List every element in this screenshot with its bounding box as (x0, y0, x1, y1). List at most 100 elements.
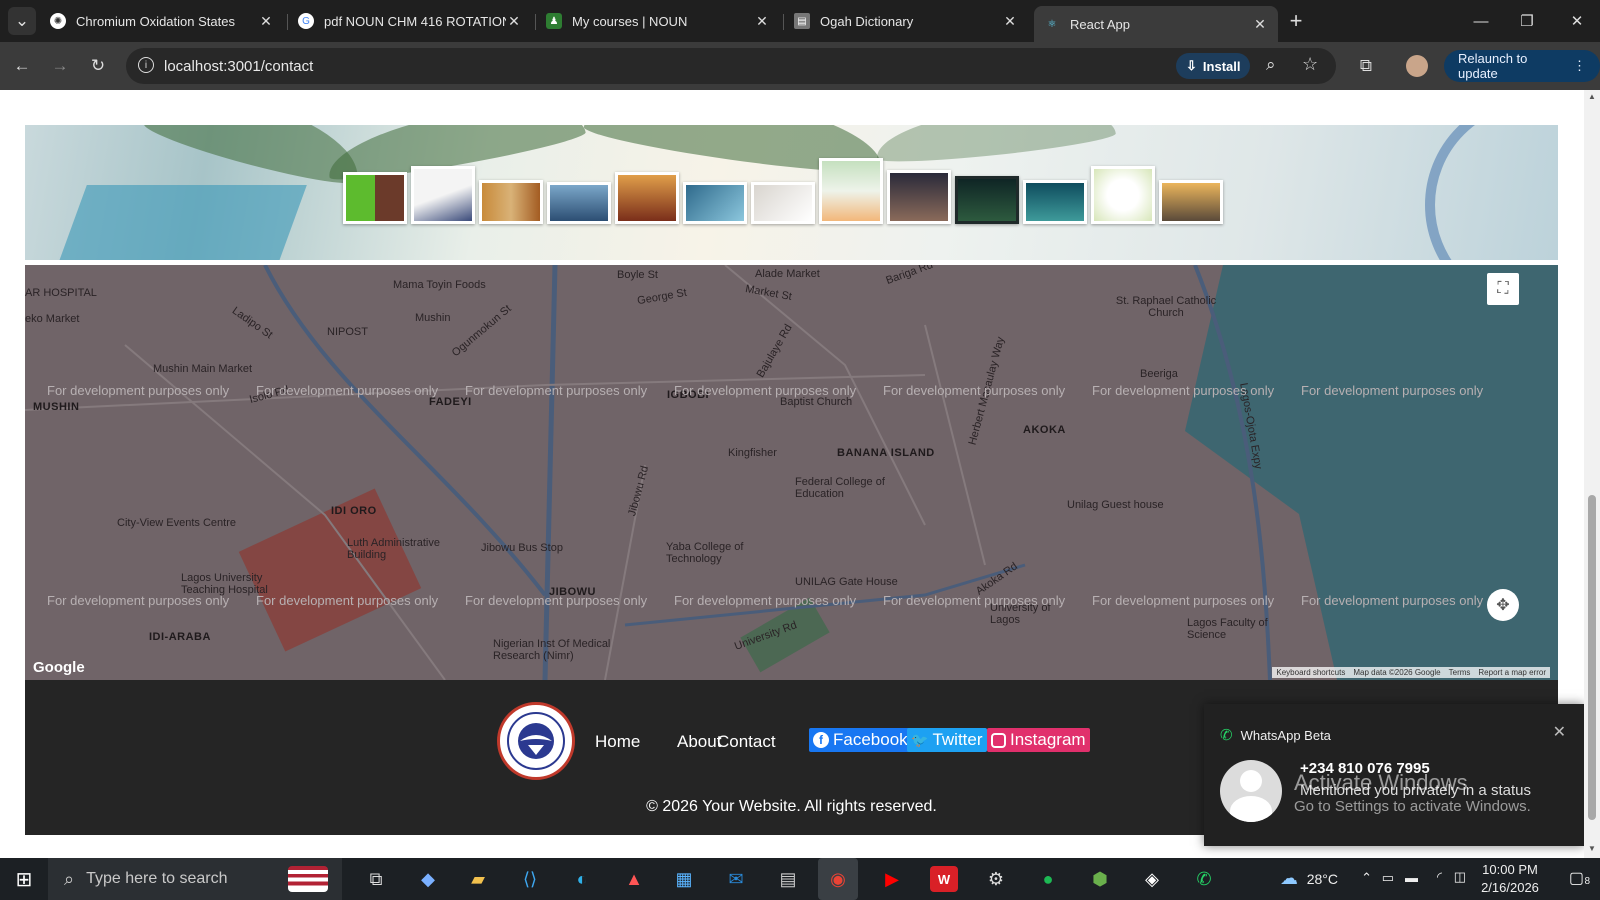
close-notification-icon[interactable]: ✕ (1553, 722, 1566, 742)
gallery-thumbnail[interactable] (615, 172, 679, 224)
activate-windows-watermark: Activate Windows Go to Settings to activ… (1294, 770, 1531, 815)
tab-my-courses[interactable]: ♟ My courses | NOUN ✕ (536, 6, 780, 36)
twitter-link[interactable]: 🐦 Twitter (907, 728, 987, 752)
page-scrollbar[interactable]: ▲ ▼ (1584, 90, 1600, 858)
clock-date[interactable]: 2/16/2026 (1472, 880, 1548, 895)
edge-browser-icon[interactable]: ◐ (568, 866, 596, 892)
spotify-icon[interactable]: ● (1034, 866, 1062, 892)
footer-home-link[interactable]: Home (595, 732, 640, 752)
battery-icon[interactable]: ▬ (1405, 870, 1418, 885)
gallery-thumbnail[interactable] (547, 182, 611, 224)
url-text[interactable]: localhost:3001/contact (164, 58, 313, 75)
close-tab-icon[interactable]: ✕ (1252, 16, 1268, 33)
gallery-thumbnail[interactable] (819, 158, 883, 224)
close-tab-icon[interactable]: ✕ (754, 13, 770, 30)
terms-link[interactable]: Terms (1449, 668, 1471, 677)
settings-gear-icon[interactable]: ⚙ (982, 866, 1010, 892)
keyboard-shortcuts-link[interactable]: Keyboard shortcuts (1276, 668, 1345, 677)
restore-window-button[interactable]: ❐ (1504, 0, 1550, 42)
back-arrow-icon[interactable]: ← (8, 52, 36, 80)
close-window-button[interactable]: ✕ (1554, 0, 1600, 42)
close-tab-icon[interactable]: ✕ (1002, 13, 1018, 30)
extensions-puzzle-icon[interactable]: ⧉ (1352, 52, 1380, 80)
tab-ogah-dictionary[interactable]: ▤ Ogah Dictionary ✕ (784, 6, 1028, 36)
notification-header: ✆ WhatsApp Beta (1220, 727, 1331, 744)
browser-tab-strip: ⌄ ✺ Chromium Oxidation States ✕ G pdf NO… (0, 0, 1600, 42)
address-bar[interactable]: i localhost:3001/contact ⇩ Install ⌕ ☆ (126, 48, 1336, 84)
file-explorer-icon[interactable]: ▰ (464, 866, 492, 892)
wps-office-icon[interactable]: W (930, 866, 958, 892)
gallery-thumbnail[interactable] (955, 176, 1019, 224)
church-logo[interactable] (497, 702, 575, 780)
microsoft-store-icon[interactable]: ▦ (670, 866, 698, 892)
bookmark-star-icon[interactable]: ☆ (1302, 54, 1318, 75)
chrome-taskbar-icon[interactable]: ◉ (818, 858, 858, 900)
site-info-icon[interactable]: i (138, 57, 154, 73)
footer-contact-link[interactable]: Contact (717, 732, 776, 752)
whatsapp-icon: ✆ (1220, 727, 1233, 744)
scroll-up-arrow-icon[interactable]: ▲ (1588, 92, 1596, 101)
vscode-icon[interactable]: ⟨⟩ (516, 866, 544, 892)
scrollbar-thumb[interactable] (1588, 495, 1596, 820)
windows-start-icon[interactable]: ⊞ (10, 866, 38, 892)
scroll-down-arrow-icon[interactable]: ▼ (1588, 844, 1596, 853)
contact-avatar (1220, 760, 1282, 822)
notifications-icon[interactable]: ▢ (1569, 868, 1584, 888)
install-app-button[interactable]: ⇩ Install (1176, 53, 1251, 79)
gallery-thumbnail[interactable] (683, 182, 747, 224)
gallery-thumbnail[interactable] (479, 180, 543, 224)
youtube-icon[interactable]: ▶ (878, 866, 906, 892)
instagram-link[interactable]: Instagram (987, 728, 1090, 752)
tab-search-button[interactable]: ⌄ (8, 7, 36, 35)
footer-about-link[interactable]: About (677, 732, 721, 752)
show-hidden-icons-chevron-icon[interactable]: ⌃ (1361, 870, 1372, 886)
embedded-google-map[interactable]: MUSHIN FADEYI IGBOBI AKOKA IDI ORO BANAN… (25, 265, 1558, 680)
app-cube-icon[interactable]: ⬢ (1086, 866, 1114, 892)
tab-react-app[interactable]: ⚛ React App ✕ (1034, 6, 1278, 42)
google-logo[interactable]: Google (33, 659, 85, 676)
profile-avatar[interactable] (1406, 55, 1428, 77)
relaunch-to-update-button[interactable]: Relaunch to update ⋮ (1444, 50, 1600, 82)
task-view-icon[interactable]: ⧉ (362, 866, 390, 892)
flag-icon (288, 866, 328, 892)
wifi-icon[interactable]: ◜ (1437, 869, 1442, 885)
chatgpt-favicon-icon: ✺ (50, 13, 66, 29)
dictionary-app-icon[interactable]: ▤ (774, 866, 802, 892)
gallery-thumbnail[interactable] (1091, 166, 1155, 224)
gallery-thumbnail[interactable] (887, 170, 951, 224)
weather-temperature[interactable]: 28°C (1307, 871, 1338, 887)
gallery-thumbnail[interactable] (1023, 180, 1087, 224)
close-tab-icon[interactable]: ✕ (258, 13, 274, 30)
forward-arrow-icon[interactable]: → (46, 52, 74, 80)
fullscreen-map-button[interactable]: ⛶ (1487, 273, 1519, 305)
gallery-thumbnail[interactable] (751, 182, 815, 224)
outlook-icon[interactable]: ✉ (722, 866, 750, 892)
display-icon[interactable]: ▭ (1382, 870, 1394, 886)
tab-chromium-oxidation[interactable]: ✺ Chromium Oxidation States ✕ (40, 6, 284, 36)
reload-icon[interactable]: ↻ (84, 52, 112, 80)
weather-cloud-icon[interactable]: ☁ (1280, 868, 1298, 889)
app-drop-icon[interactable]: ◈ (1138, 866, 1166, 892)
search-icon: ⌕ (64, 868, 75, 889)
volume-icon[interactable]: ◫ (1454, 869, 1466, 885)
close-tab-icon[interactable]: ✕ (506, 13, 522, 30)
minimize-window-button[interactable]: — (1458, 0, 1504, 42)
whatsapp-taskbar-icon[interactable]: ✆ (1190, 866, 1218, 892)
map-data-text: Map data ©2026 Google (1353, 668, 1441, 677)
zoom-icon[interactable]: ⌕ (1266, 55, 1276, 75)
copilot-icon[interactable]: ◆ (414, 866, 442, 892)
gallery-thumbnail[interactable] (411, 166, 475, 224)
gallery-thumbnail[interactable] (1159, 180, 1223, 224)
map-attribution-bar: Keyboard shortcuts Map data ©2026 Google… (1272, 667, 1550, 678)
more-menu-icon[interactable]: ⋮ (1573, 58, 1586, 74)
document-favicon-icon: ▤ (794, 13, 810, 29)
map-camera-control-icon[interactable]: ✥ (1487, 589, 1519, 621)
gallery-thumbnail[interactable] (343, 172, 407, 224)
new-tab-button[interactable]: + (1282, 7, 1310, 35)
report-map-error-link[interactable]: Report a map error (1478, 668, 1546, 677)
app-icon[interactable]: ▲ (620, 866, 648, 892)
notification-count: 8 (1584, 876, 1590, 887)
tab-pdf-noun[interactable]: G pdf NOUN CHM 416 ROTATION ✕ (288, 6, 532, 36)
facebook-link[interactable]: f Facebook (809, 728, 912, 752)
clock-time[interactable]: 10:00 PM (1472, 862, 1548, 877)
